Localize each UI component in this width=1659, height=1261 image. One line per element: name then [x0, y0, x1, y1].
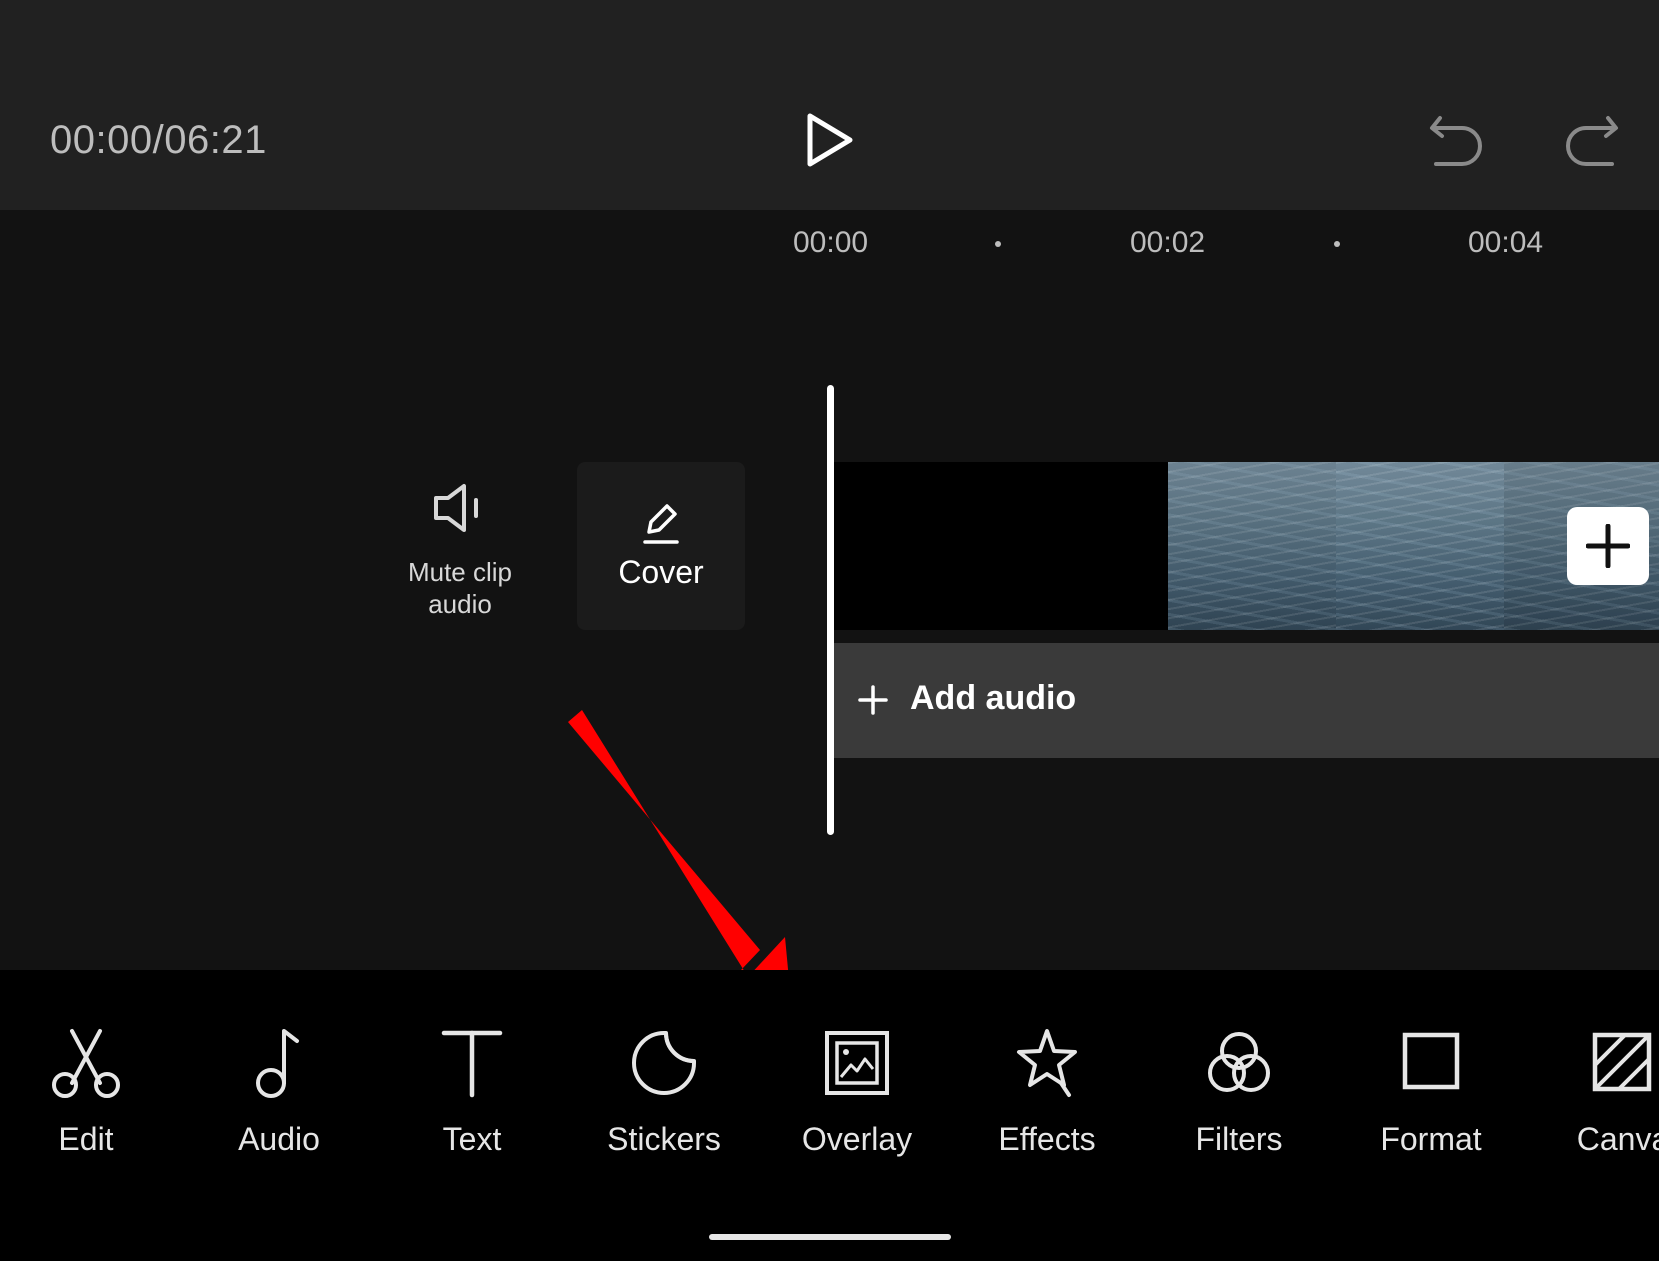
- tool-format[interactable]: Format: [1341, 1025, 1521, 1158]
- format-square-icon: [1402, 1032, 1460, 1090]
- tool-label: Format: [1380, 1121, 1482, 1157]
- player-bar: 00:00/06:21: [0, 0, 1659, 210]
- tool-label: Canva: [1576, 1121, 1659, 1157]
- tool-stickers[interactable]: Stickers: [574, 1025, 754, 1158]
- mute-clip-audio-label: Mute clip audio: [407, 557, 513, 619]
- ruler-tick: 00:04: [1468, 226, 1544, 259]
- effects-star-icon: [1017, 1029, 1077, 1097]
- tool-label: Audio: [238, 1121, 320, 1157]
- undo-icon: [1430, 116, 1482, 166]
- tool-label: Filters: [1195, 1121, 1283, 1157]
- play-icon: [807, 113, 853, 167]
- tool-audio[interactable]: Audio: [189, 1025, 369, 1158]
- tool-label: Text: [442, 1121, 502, 1157]
- tool-filters[interactable]: Filters: [1149, 1025, 1329, 1158]
- ruler-tick: 00:00: [793, 226, 869, 259]
- tool-text[interactable]: Text: [382, 1025, 562, 1158]
- clip-thumbnail: [1168, 462, 1336, 630]
- tool-label: Overlay: [801, 1121, 913, 1157]
- clip-thumbnail: [1336, 462, 1504, 630]
- scissors-icon: [52, 1029, 120, 1098]
- video-editor-screen: 00:00/06:21 00:00 00:02 00:04 Mute clip …: [0, 0, 1659, 1261]
- cover-button[interactable]: Cover: [577, 462, 745, 630]
- ruler-dot: [1334, 241, 1340, 247]
- home-indicator[interactable]: [709, 1234, 951, 1240]
- tool-label: Edit: [58, 1121, 114, 1157]
- tool-effects[interactable]: Effects: [957, 1025, 1137, 1158]
- tool-label: Stickers: [607, 1121, 721, 1157]
- filters-icon: [1208, 1032, 1270, 1092]
- add-audio-button[interactable]: Add audio: [830, 643, 1659, 758]
- pencil-icon: [643, 504, 679, 544]
- text-icon: [441, 1030, 503, 1098]
- tool-label: Effects: [998, 1121, 1096, 1157]
- mute-clip-audio-button[interactable]: Mute clip audio: [385, 478, 535, 620]
- play-button[interactable]: [796, 108, 860, 172]
- overlay-icon: [825, 1031, 889, 1095]
- tool-canvas[interactable]: Canva: [1533, 1025, 1659, 1158]
- redo-icon: [1566, 116, 1618, 166]
- bottom-toolbar: Edit Audio Text Stickers Overlay Effects…: [0, 970, 1659, 1261]
- video-track[interactable]: [830, 462, 1659, 630]
- plus-icon: [1586, 524, 1630, 568]
- canvas-icon: [1592, 1032, 1652, 1092]
- playhead[interactable]: [827, 385, 834, 835]
- ruler-tick: 00:02: [1130, 226, 1206, 259]
- cover-label: Cover: [618, 554, 704, 590]
- time-display: 00:00/06:21: [50, 118, 267, 162]
- ruler-dot: [995, 241, 1001, 247]
- add-clip-button[interactable]: [1567, 507, 1649, 585]
- sticker-icon: [632, 1031, 696, 1095]
- add-audio-label: Add audio: [910, 679, 1077, 717]
- redo-button[interactable]: [1562, 110, 1622, 170]
- tool-overlay[interactable]: Overlay: [767, 1025, 947, 1158]
- speaker-icon: [434, 484, 478, 532]
- music-note-icon: [256, 1029, 299, 1098]
- tool-edit[interactable]: Edit: [0, 1025, 176, 1158]
- undo-button[interactable]: [1426, 110, 1486, 170]
- plus-icon: [858, 685, 888, 715]
